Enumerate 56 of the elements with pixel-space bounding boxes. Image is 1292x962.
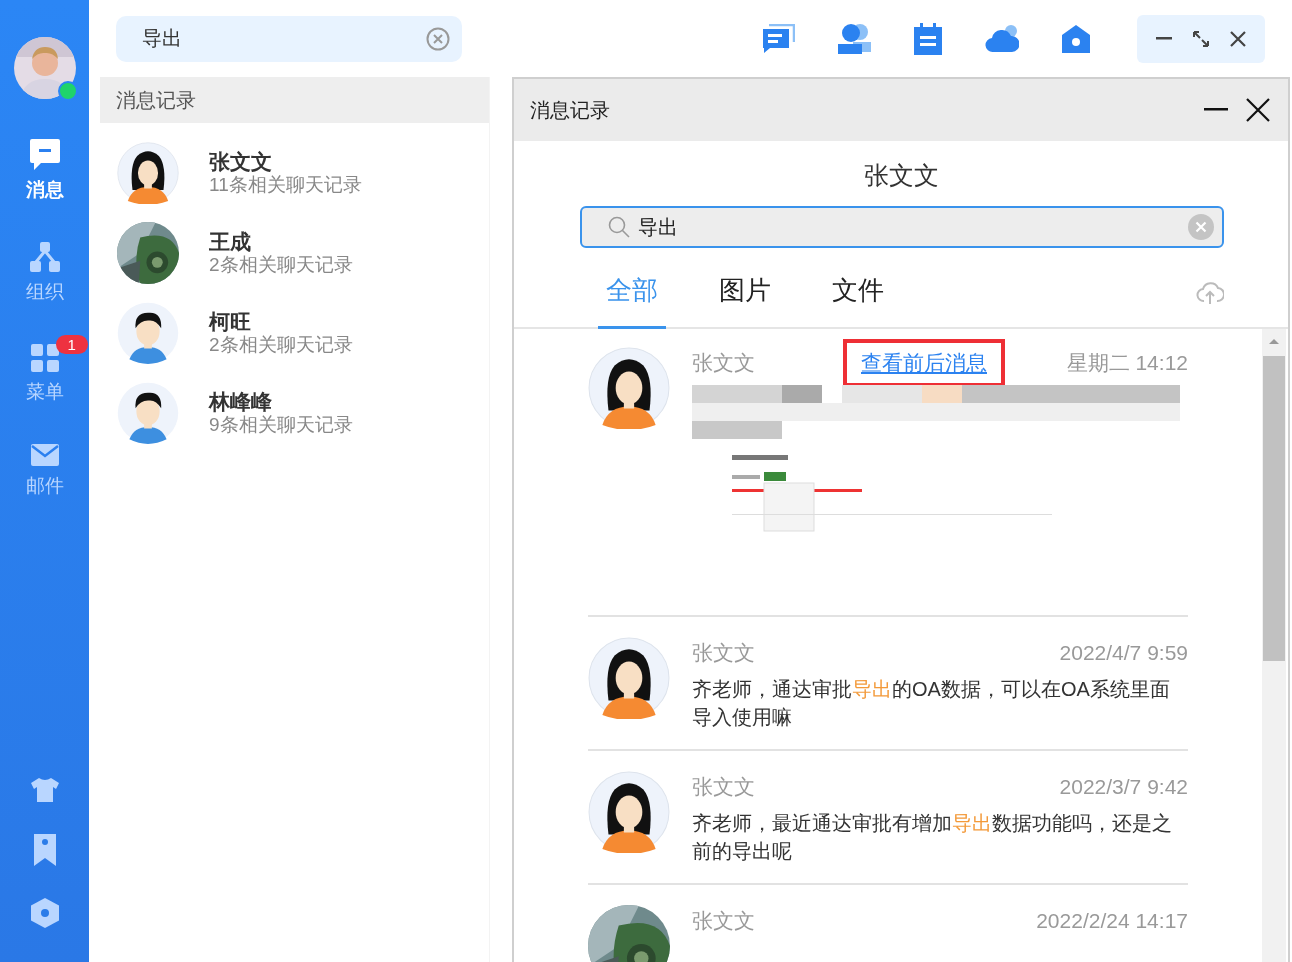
- cloud-upload-icon[interactable]: [1196, 281, 1224, 305]
- home-icon[interactable]: [1061, 23, 1091, 54]
- contact-item[interactable]: 张文文 11条相关聊天记录: [89, 133, 489, 213]
- message-time: 星期二 14:12: [1066, 350, 1188, 376]
- close-icon[interactable]: [1230, 30, 1247, 47]
- window-title: 消息记录: [530, 97, 610, 123]
- chat-icon[interactable]: [761, 23, 795, 54]
- arrow-up-icon[interactable]: [1268, 337, 1280, 345]
- contact-name: 张文文: [209, 150, 273, 174]
- message-text: 齐老师，通达审批导出的OA数据，可以在OA系统里面导入使用嘛: [692, 677, 1171, 730]
- minimize-icon[interactable]: [1204, 108, 1228, 112]
- clear-icon[interactable]: [426, 26, 450, 51]
- match-count: 11条相关聊天记录: [209, 174, 362, 196]
- apps-icon: [29, 343, 60, 373]
- contact-name: 王成: [209, 230, 252, 254]
- contacts-icon[interactable]: [837, 22, 871, 55]
- sender-name: 张文文: [692, 350, 755, 376]
- bookmark-icon[interactable]: [31, 834, 58, 866]
- nav-item[interactable]: 消息: [25, 137, 64, 203]
- search-field[interactable]: 导出: [116, 15, 462, 62]
- tab[interactable]: 文件: [824, 273, 892, 329]
- avatar: [117, 142, 179, 204]
- tab[interactable]: 图片: [711, 273, 779, 329]
- mail-icon: [29, 443, 60, 467]
- contact-name: 柯旺: [209, 310, 252, 334]
- message-time: 2022/2/24 14:17: [1036, 909, 1188, 933]
- match-count: 2条相关聊天记录: [209, 334, 353, 356]
- search-icon: [608, 216, 630, 238]
- search-field[interactable]: 导出: [580, 206, 1224, 248]
- match-count: 2条相关聊天记录: [209, 254, 353, 276]
- sender-name: 张文文: [692, 774, 755, 800]
- contact-name: 林峰峰: [209, 390, 273, 414]
- message-time: 2022/4/7 9:59: [1059, 641, 1188, 665]
- shirt-icon[interactable]: [30, 778, 59, 802]
- match-count: 9条相关聊天记录: [209, 414, 353, 436]
- close-icon[interactable]: [1246, 98, 1270, 122]
- badge: 1: [55, 335, 88, 354]
- contact-item[interactable]: 林峰峰 9条相关聊天记录: [89, 373, 489, 453]
- settings-icon[interactable]: [30, 898, 59, 928]
- section-title: 消息记录: [116, 87, 196, 113]
- avatar: [117, 382, 179, 444]
- sender-name: 张文文: [692, 640, 755, 666]
- restore-icon[interactable]: [1193, 30, 1209, 47]
- message-time: 2022/3/7 9:42: [1059, 775, 1188, 799]
- cloud-icon[interactable]: [985, 23, 1019, 54]
- sender-name: 张文文: [692, 908, 755, 934]
- contact-name: 张文文: [863, 160, 939, 191]
- scrollbar[interactable]: [1262, 329, 1286, 962]
- message-icon: [28, 137, 61, 171]
- avatar: [117, 302, 179, 364]
- minimize-icon[interactable]: [1155, 36, 1172, 41]
- message-text: 齐老师，最近通达审批有增加导出数据功能吗，还是之前的导出呢: [692, 811, 1173, 864]
- contact-item[interactable]: 王成 2条相关聊天记录: [89, 213, 489, 293]
- org-chart-icon: [28, 241, 61, 273]
- notepad-icon[interactable]: [913, 22, 943, 55]
- contact-item[interactable]: 柯旺 2条相关聊天记录: [89, 293, 489, 373]
